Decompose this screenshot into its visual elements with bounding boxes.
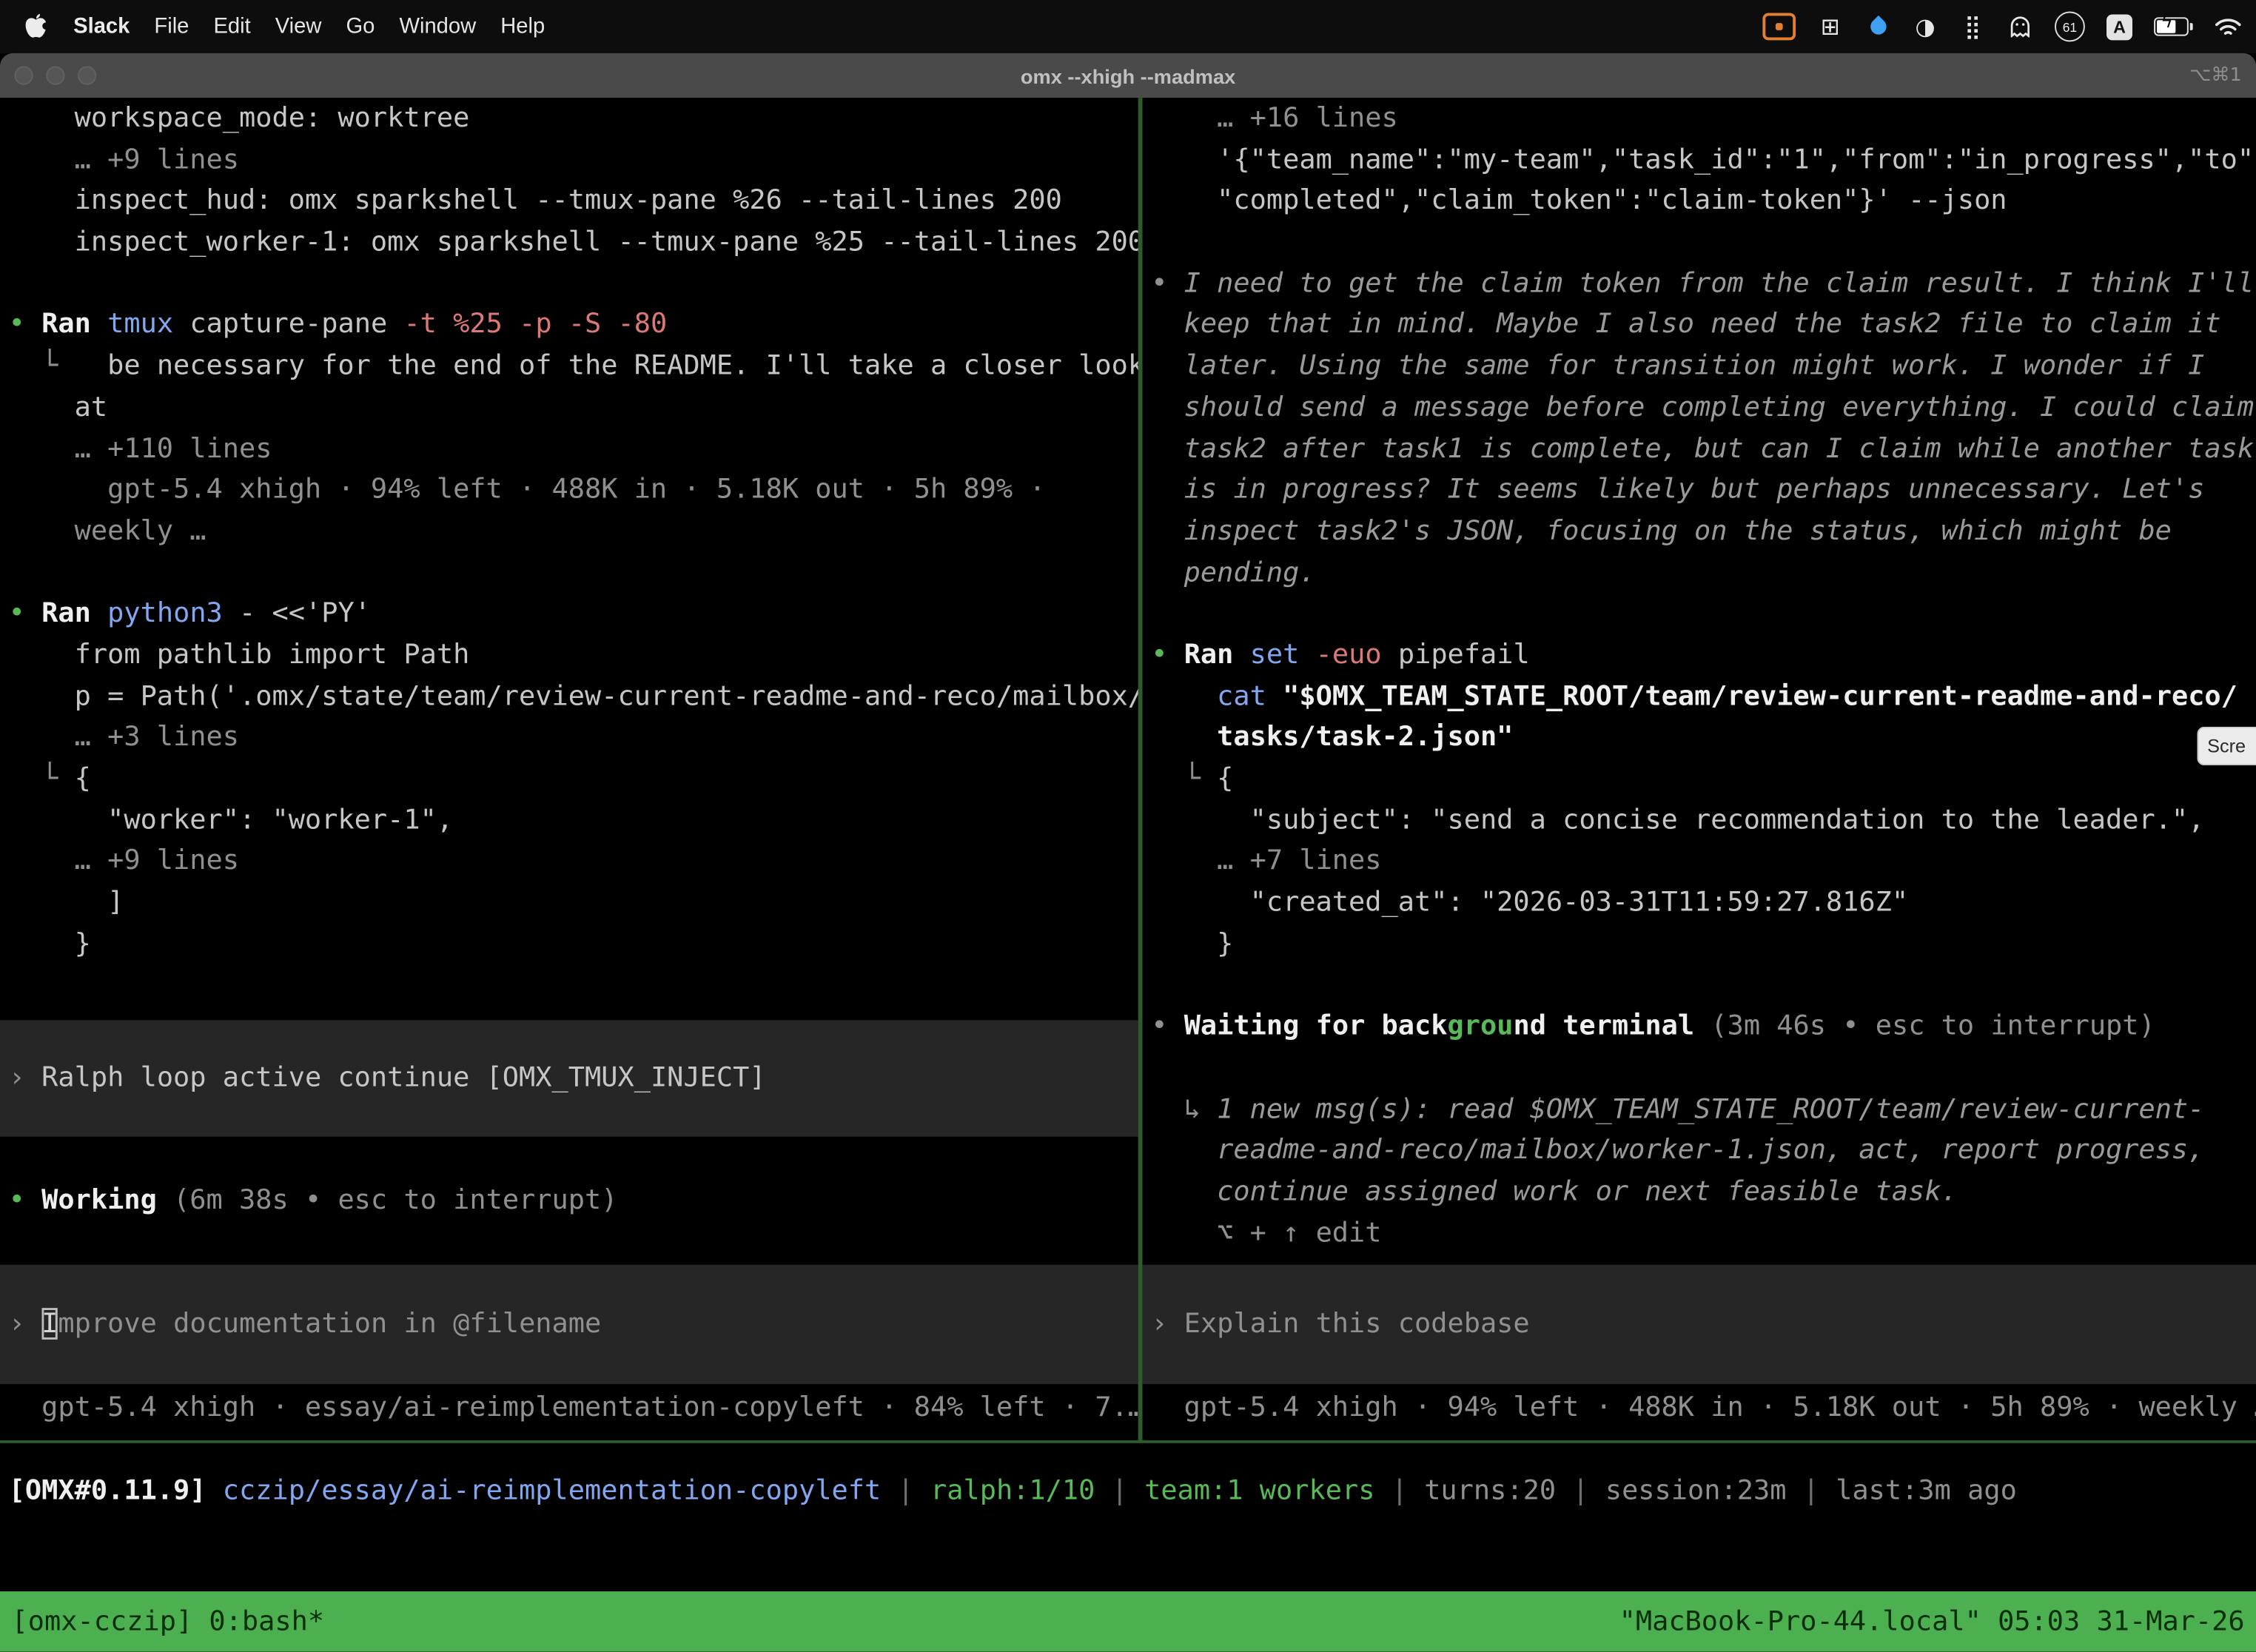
omx-status-line: [OMX#0.11.9] cczip/essay/ai-reimplementa… [9, 1471, 2248, 1512]
dots-grid-icon[interactable]: ⣿ [1960, 11, 1986, 43]
tmux-session-window-label: [omx-cczip] 0:bash* [12, 1606, 325, 1638]
screen: Slack File Edit View Go Window Help ⊞ ◑ … [0, 0, 2256, 1652]
right-pane-transcript: … +16 lines '{"team_name":"my-team","tas… [1151, 98, 2256, 1254]
active-app-name[interactable]: Slack [73, 14, 130, 38]
prompt-input-right-text: › Explain this codebase [1151, 1304, 1529, 1346]
battery-gauge-value: 61 [2055, 12, 2085, 42]
menu-item-help[interactable]: Help [500, 14, 545, 38]
window-grid-icon[interactable]: ⊞ [1817, 11, 1843, 43]
tooltip-clipped: Scre [2197, 727, 2256, 765]
tmux-pane-right[interactable]: … +16 lines '{"team_name":"my-team","tas… [1143, 98, 2256, 1440]
ralph-loop-text: › Ralph loop active continue [OMX_TMUX_I… [9, 1058, 766, 1099]
left-pane-status-line: gpt-5.4 xhigh · essay/ai-reimplementatio… [9, 1387, 1138, 1428]
half-circle-icon[interactable]: ◑ [1913, 11, 1938, 43]
ralph-loop-banner: › Ralph loop active continue [OMX_TMUX_I… [0, 1020, 1138, 1136]
tmux-horizontal-pane-divider [0, 1440, 2256, 1443]
prompt-input-right[interactable]: › Explain this codebase [1143, 1265, 2256, 1384]
working-status-row: • Working (6m 38s • esc to interrupt) [9, 1180, 1138, 1221]
menu-bar: Slack File Edit View Go Window Help ⊞ ◑ … [0, 0, 2256, 53]
window-close-button[interactable] [14, 66, 33, 84]
tmux-host-datetime-label: "MacBook-Pro-44.local" 05:03 31-Mar-26 [1619, 1606, 2245, 1638]
window-zoom-button[interactable] [78, 66, 96, 84]
window-title: omx --xhigh --madmax [0, 64, 2256, 87]
menu-item-file[interactable]: File [154, 14, 189, 38]
window-minimize-button[interactable] [46, 66, 64, 84]
right-pane-status-line: gpt-5.4 xhigh · 94% left · 488K in · 5.1… [1151, 1387, 2256, 1428]
window-shortcut-hint: ⌥⌘1 [2189, 53, 2242, 98]
ghost-icon[interactable] [2007, 11, 2033, 43]
wifi-icon[interactable] [2215, 11, 2242, 43]
prompt-input-left-text: › Improve documentation in @filename [9, 1304, 602, 1346]
input-source-icon[interactable]: A [2106, 11, 2132, 43]
prompt-input-left[interactable]: › Improve documentation in @filename [0, 1265, 1138, 1384]
menu-bar-status-icons: ⊞ ◑ ⣿ 61 A ϟ [1762, 11, 2256, 43]
left-pane-transcript: workspace_mode: worktree … +9 lines insp… [9, 98, 1138, 964]
menu-item-view[interactable]: View [275, 14, 322, 38]
screen-recording-indicator-icon[interactable] [1762, 11, 1796, 43]
menu-item-window[interactable]: Window [399, 14, 476, 38]
tmux-pane-left[interactable]: workspace_mode: worktree … +9 lines insp… [0, 98, 1138, 1440]
drop-icon[interactable] [1864, 11, 1890, 43]
apple-menu-icon[interactable] [23, 11, 49, 43]
menu-item-edit[interactable]: Edit [213, 14, 250, 38]
tmux-status-bar: [omx-cczip] 0:bash* "MacBook-Pro-44.loca… [0, 1591, 2256, 1652]
battery-gauge-icon[interactable]: 61 [2055, 11, 2085, 43]
menu-item-go[interactable]: Go [346, 14, 375, 38]
battery-charging-icon[interactable]: ϟ [2154, 11, 2192, 43]
input-source-letter: A [2106, 13, 2132, 39]
window-titlebar[interactable]: omx --xhigh --madmax ⌥⌘1 [0, 53, 2256, 98]
